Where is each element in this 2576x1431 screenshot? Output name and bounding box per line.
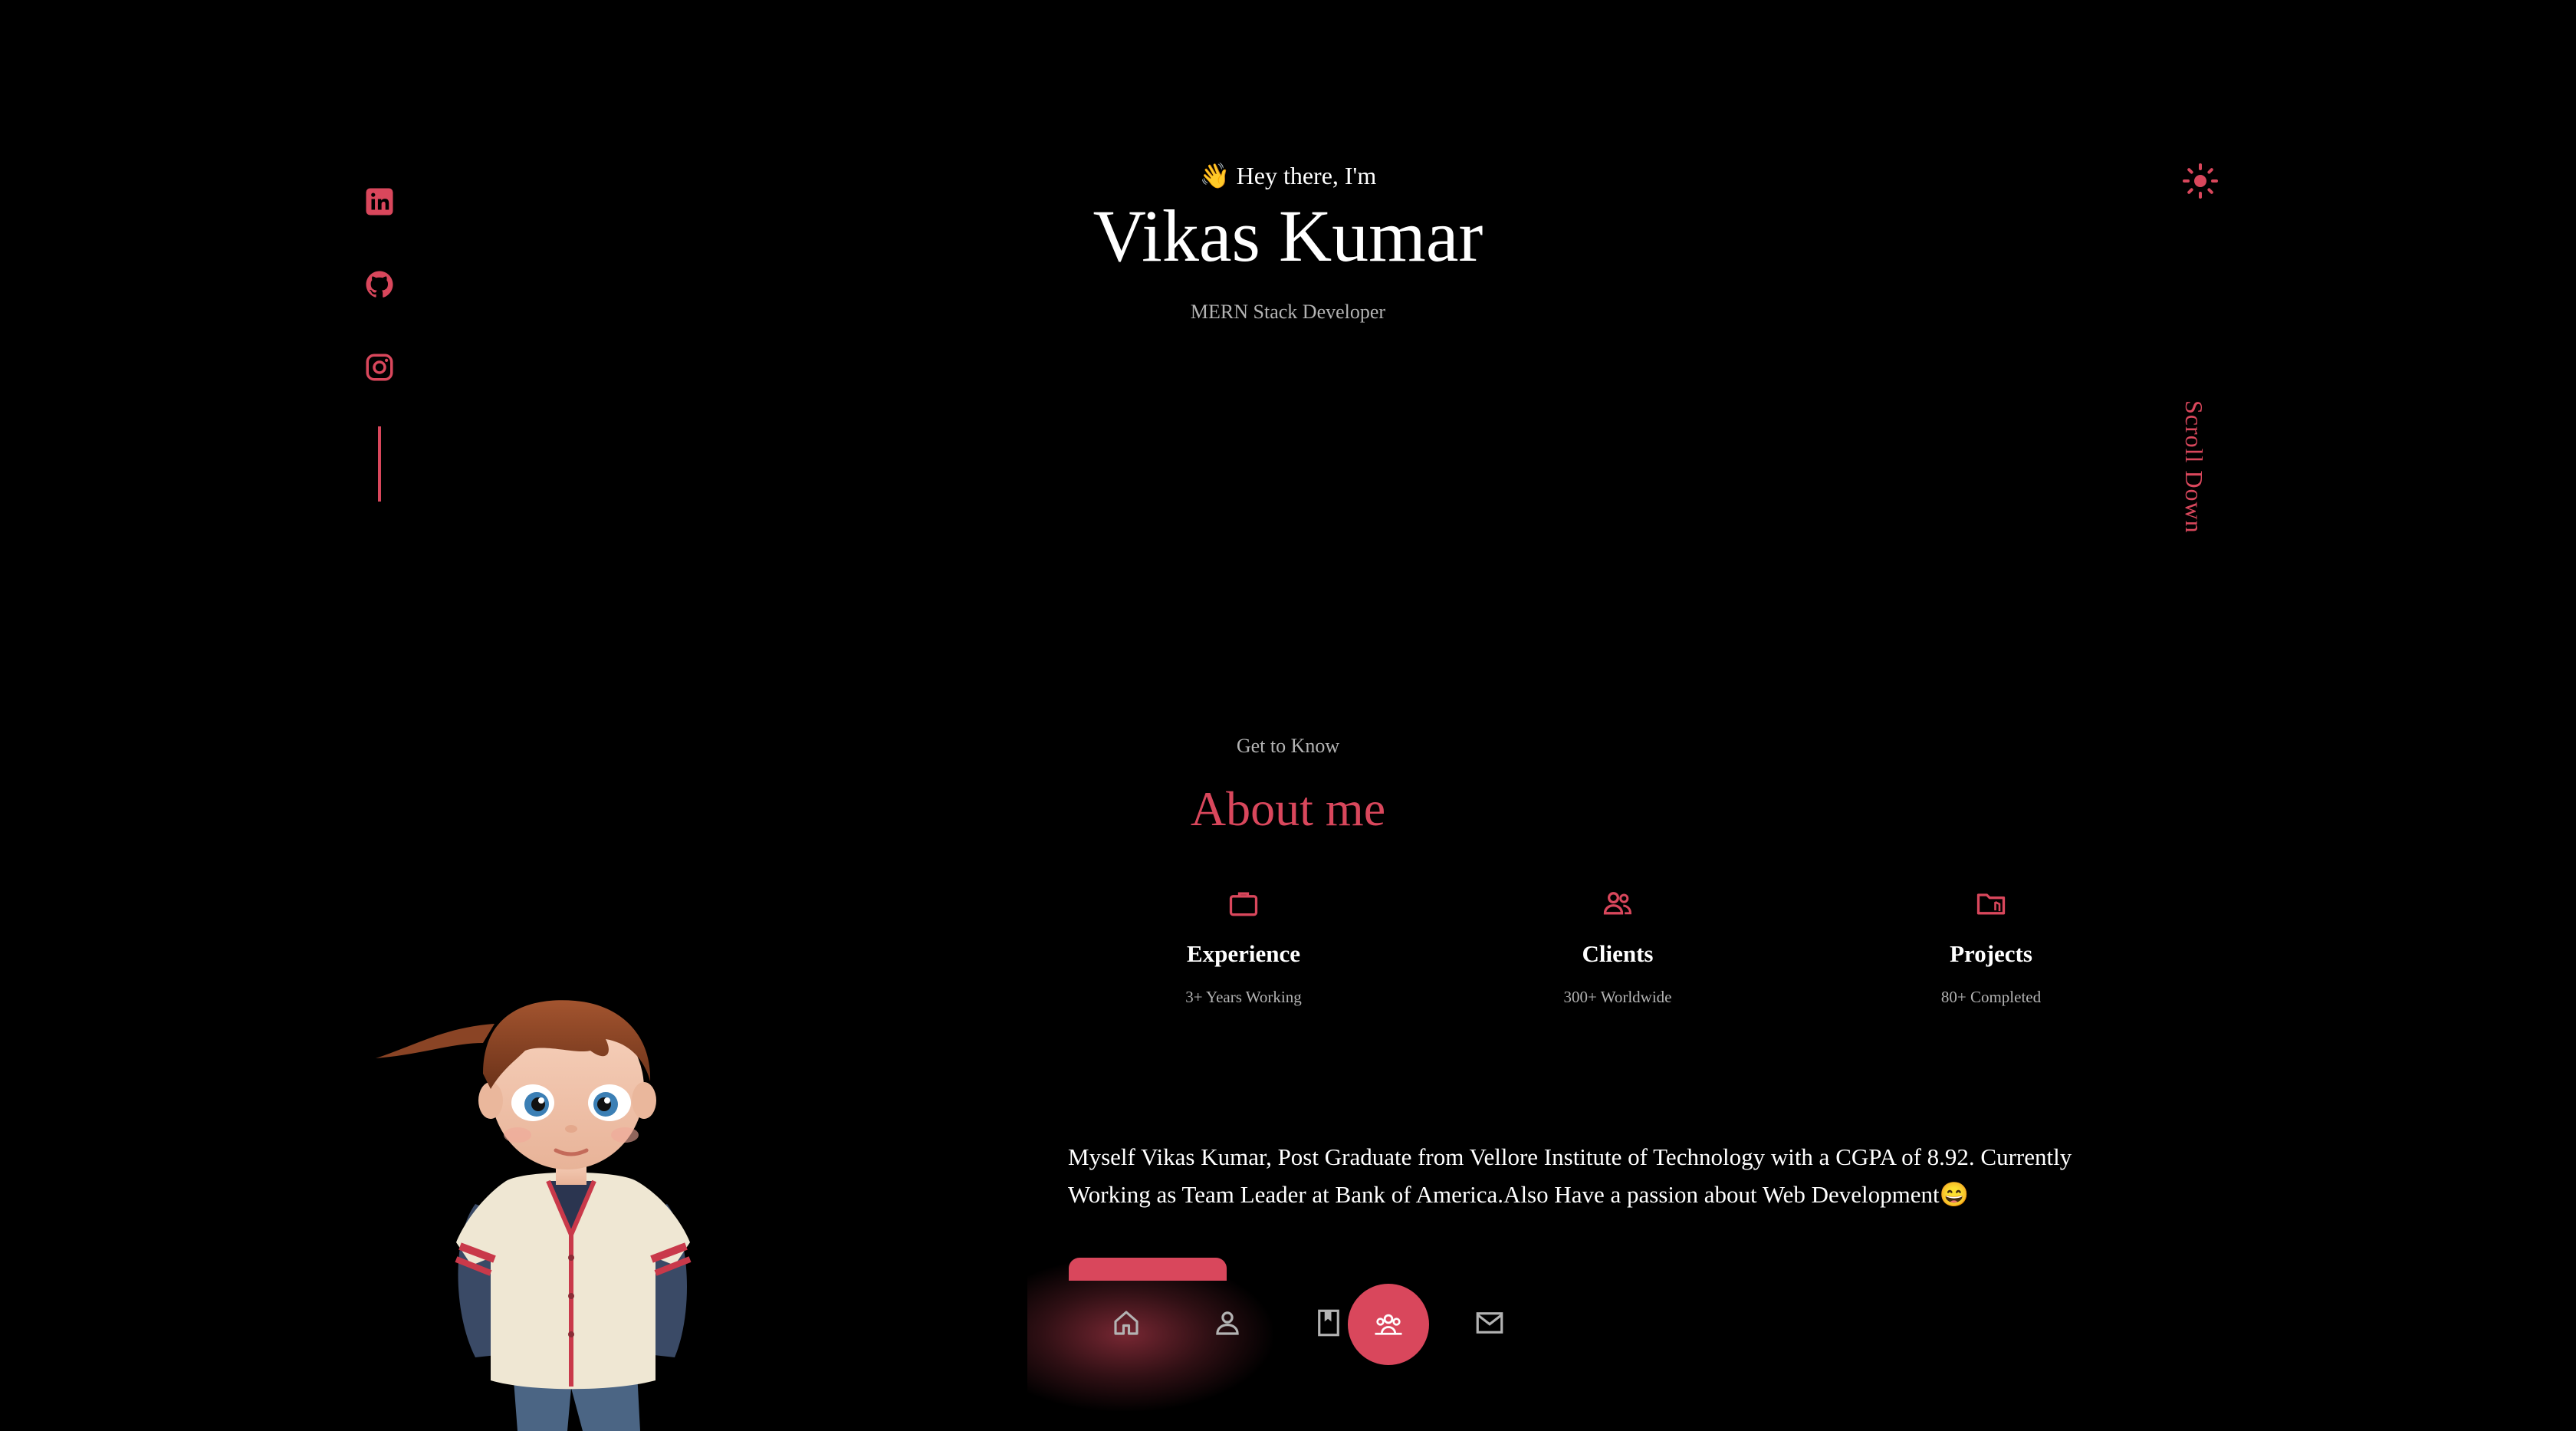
projects-card: Projects 80+ Completed — [1876, 887, 2106, 1007]
home-icon — [1114, 1311, 1138, 1335]
card-subtitle: 3+ Years Working — [1185, 988, 1302, 1006]
greeting-text: Hey there, I'm — [1236, 162, 1377, 189]
nav-home[interactable] — [1086, 1282, 1167, 1364]
card-subtitle: 300+ Worldwide — [1563, 988, 1672, 1006]
sun-icon — [2183, 163, 2218, 199]
nav-about[interactable] — [1187, 1282, 1268, 1364]
card-title: Projects — [1950, 940, 2032, 967]
nav-services[interactable] — [1348, 1284, 1429, 1365]
bookmark-icon — [1318, 1309, 1339, 1337]
card-subtitle: 80+ Completed — [1940, 988, 2042, 1006]
about-subtitle: Get to Know — [1236, 735, 1340, 757]
user-icon — [1216, 1311, 1239, 1335]
instagram-link[interactable] — [363, 351, 396, 383]
card-title: Clients — [1582, 940, 1654, 967]
about-title: About me — [1190, 781, 1386, 836]
hero-role: MERN Stack Developer — [1190, 301, 1386, 323]
card-title: Experience — [1186, 940, 1301, 967]
clients-card: Clients 300+ Worldwide — [1503, 887, 1733, 1007]
hero-name: Vikas Kumar — [1092, 195, 1484, 277]
nav-contact[interactable] — [1449, 1282, 1530, 1364]
bottom-nav — [1058, 1282, 1518, 1367]
avatar-illustration — [376, 1000, 692, 1431]
services-icon — [1375, 1314, 1402, 1335]
theme-toggle-button[interactable] — [2182, 163, 2219, 199]
social-divider — [378, 426, 381, 502]
briefcase-icon — [1229, 892, 1258, 916]
experience-card: Experience 3+ Years Working — [1129, 887, 1359, 1007]
waving-hand-icon: 👋 — [1199, 162, 1230, 189]
folder-icon — [1976, 893, 2006, 915]
mail-icon — [1476, 1312, 1503, 1334]
page: 👋 Hey there, I'm Vikas Kumar MERN Stack … — [0, 0, 2576, 1431]
instagram-icon — [366, 354, 393, 381]
about-cards: Experience 3+ Years Working Clients 300+… — [1058, 887, 2177, 1040]
users-icon — [1603, 892, 1631, 915]
scroll-down-link[interactable]: Scroll Down — [2180, 400, 2208, 534]
about-bio: Myself Vikas Kumar, Post Graduate from V… — [1068, 1143, 2072, 1208]
